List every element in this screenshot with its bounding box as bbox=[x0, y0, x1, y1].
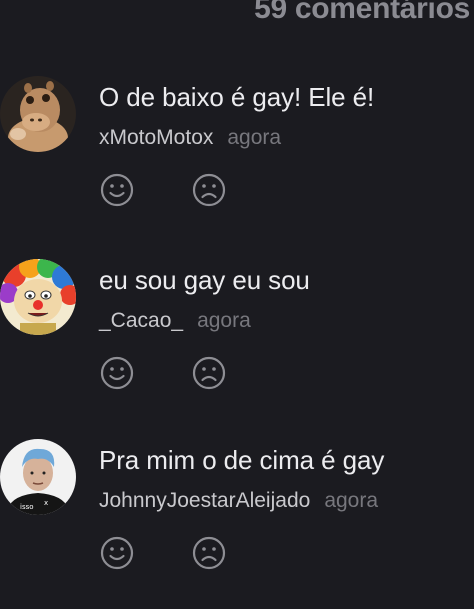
svg-text:isso: isso bbox=[20, 503, 34, 511]
comment-timestamp: agora bbox=[197, 309, 251, 332]
comment-meta: _Cacao_ agora bbox=[99, 309, 251, 333]
smile-reaction-button[interactable] bbox=[100, 173, 134, 207]
comment-text: eu sou gay eu sou bbox=[99, 265, 310, 295]
comment-username[interactable]: JohnnyJoestarAleijado bbox=[99, 489, 310, 512]
comment-timestamp: agora bbox=[227, 126, 282, 149]
frown-reaction-button[interactable] bbox=[192, 536, 226, 570]
comment-item: isso x Pra mim o de cima é gay JohnnyJoe… bbox=[0, 439, 474, 609]
frown-reaction-button[interactable] bbox=[192, 356, 226, 390]
smile-icon bbox=[100, 173, 134, 207]
comment-meta: xMotoMotox agora bbox=[99, 126, 281, 150]
frown-icon bbox=[192, 173, 226, 207]
comment-item: eu sou gay eu sou _Cacao_ agora bbox=[0, 259, 474, 429]
avatar[interactable] bbox=[0, 76, 76, 152]
smile-reaction-button[interactable] bbox=[100, 536, 134, 570]
smile-icon bbox=[100, 356, 134, 390]
svg-text:x: x bbox=[44, 499, 48, 507]
avatar[interactable]: isso x bbox=[0, 439, 76, 515]
clown-avatar-icon bbox=[0, 259, 76, 335]
smile-icon bbox=[100, 536, 134, 570]
comment-text: O de baixo é gay! Ele é! bbox=[99, 82, 375, 112]
hippo-avatar-icon bbox=[0, 76, 76, 152]
comment-text: Pra mim o de cima é gay bbox=[99, 445, 385, 475]
frown-icon bbox=[192, 356, 226, 390]
comment-username[interactable]: xMotoMotox bbox=[99, 126, 213, 149]
comment-meta: JohnnyJoestarAleijado agora bbox=[99, 489, 378, 513]
frown-reaction-button[interactable] bbox=[192, 173, 226, 207]
person-avatar-icon: isso x bbox=[0, 439, 76, 515]
comment-count-header: 59 comentários bbox=[254, 0, 470, 25]
avatar[interactable] bbox=[0, 259, 76, 335]
comment-item: O de baixo é gay! Ele é! xMotoMotox agora bbox=[0, 76, 474, 246]
smile-reaction-button[interactable] bbox=[100, 356, 134, 390]
comment-timestamp: agora bbox=[324, 489, 379, 512]
comment-username[interactable]: _Cacao_ bbox=[99, 309, 183, 332]
frown-icon bbox=[192, 536, 226, 570]
